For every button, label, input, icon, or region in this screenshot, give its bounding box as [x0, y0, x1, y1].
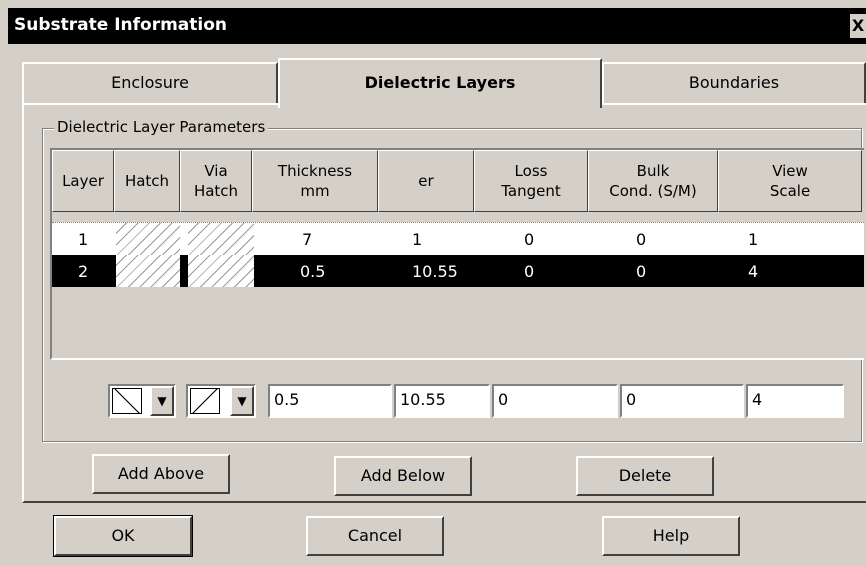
delete-button[interactable]: Delete	[576, 456, 714, 496]
cell-thickness: 7	[302, 229, 313, 249]
cell-er: 10.55	[412, 261, 458, 281]
loss-tangent-field[interactable]: 0	[492, 384, 618, 418]
header-er[interactable]: er	[378, 150, 474, 212]
header-thickness[interactable]: Thickness mm	[252, 150, 378, 212]
tab-dielectric-layers[interactable]: Dielectric Layers	[278, 58, 602, 108]
group-label: Dielectric Layer Parameters	[54, 118, 269, 136]
tab-enclosure-label: Enclosure	[111, 73, 189, 92]
header-thickness-line1: Thickness	[277, 162, 353, 180]
ok-button[interactable]: OK	[53, 515, 193, 557]
cancel-button[interactable]: Cancel	[306, 516, 444, 556]
cell-bulk: 0	[636, 229, 647, 249]
header-bulk-line1: Bulk	[636, 162, 670, 180]
close-icon[interactable]: X	[850, 14, 866, 38]
cell-layer: 1	[78, 229, 89, 249]
cell-er: 1	[412, 229, 423, 249]
header-hatch[interactable]: Hatch	[114, 150, 180, 212]
via-hatch-pattern-icon	[188, 223, 254, 255]
tab-boundaries[interactable]: Boundaries	[602, 62, 866, 104]
cell-loss: 0	[524, 229, 535, 249]
thickness-field[interactable]: 0.5	[268, 384, 392, 418]
substrate-information-dialog: Substrate Information X Enclosure Dielec…	[0, 0, 866, 566]
tab-enclosure[interactable]: Enclosure	[22, 62, 278, 104]
hatch-pattern-icon	[116, 223, 180, 255]
add-above-button[interactable]: Add Above	[92, 454, 230, 494]
table-row-selected[interactable]: 2 0.5 10.55 0 0 4	[52, 255, 864, 287]
cell-layer: 2	[78, 261, 89, 281]
table-row[interactable]: 1 7 1 0 0 1	[52, 222, 864, 256]
via-hatch-pattern-icon	[188, 255, 254, 287]
via-hatch-pattern-icon	[190, 388, 220, 414]
cell-scale: 4	[748, 261, 759, 281]
header-via-line2: Hatch	[193, 182, 239, 200]
window-title: Substrate Information	[14, 15, 227, 35]
cell-loss: 0	[524, 261, 535, 281]
delete-label: Delete	[618, 466, 672, 485]
header-view-line2: Scale	[769, 182, 811, 200]
cell-scale: 1	[748, 229, 759, 249]
add-below-button[interactable]: Add Below	[334, 456, 472, 496]
header-via-hatch[interactable]: Via Hatch	[180, 150, 252, 212]
add-below-label: Add Below	[360, 466, 446, 485]
header-hatch-text: Hatch	[124, 172, 170, 190]
tab-boundaries-label: Boundaries	[688, 73, 780, 92]
header-loss-tangent[interactable]: Loss Tangent	[474, 150, 588, 212]
chevron-down-icon[interactable]: ▼	[230, 386, 254, 416]
header-bulk-line2: Cond. (S/M)	[609, 182, 697, 200]
header-loss-line2: Tangent	[501, 182, 561, 200]
via-hatch-dropdown[interactable]: ▼	[186, 384, 256, 418]
view-scale-field[interactable]: 4	[746, 384, 844, 418]
help-label: Help	[652, 526, 690, 545]
er-field[interactable]: 10.55	[394, 384, 490, 418]
chevron-down-icon[interactable]: ▼	[150, 386, 174, 416]
bulk-cond-field[interactable]: 0	[620, 384, 744, 418]
hatch-dropdown[interactable]: ▼	[108, 384, 176, 418]
header-layer[interactable]: Layer	[52, 150, 114, 212]
title-bar: Substrate Information X	[8, 8, 866, 44]
header-loss-line1: Loss	[514, 162, 548, 180]
header-er-text: er	[418, 172, 434, 190]
ok-label: OK	[111, 526, 135, 545]
header-view-line1: View	[772, 162, 808, 180]
add-above-label: Add Above	[117, 464, 205, 483]
tab-dielectric-layers-label: Dielectric Layers	[364, 73, 516, 92]
cancel-label: Cancel	[347, 526, 403, 545]
header-layer-text: Layer	[62, 172, 104, 190]
help-button[interactable]: Help	[602, 516, 740, 556]
hatch-pattern-icon	[116, 255, 180, 287]
cell-bulk: 0	[636, 261, 647, 281]
cell-thickness: 0.5	[300, 261, 326, 281]
hatch-pattern-icon	[112, 388, 142, 414]
header-thickness-line2: mm	[300, 182, 330, 200]
header-view-scale[interactable]: View Scale	[718, 150, 862, 212]
header-via-line1: Via	[204, 162, 228, 180]
header-bulk-cond[interactable]: Bulk Cond. (S/M)	[588, 150, 718, 212]
